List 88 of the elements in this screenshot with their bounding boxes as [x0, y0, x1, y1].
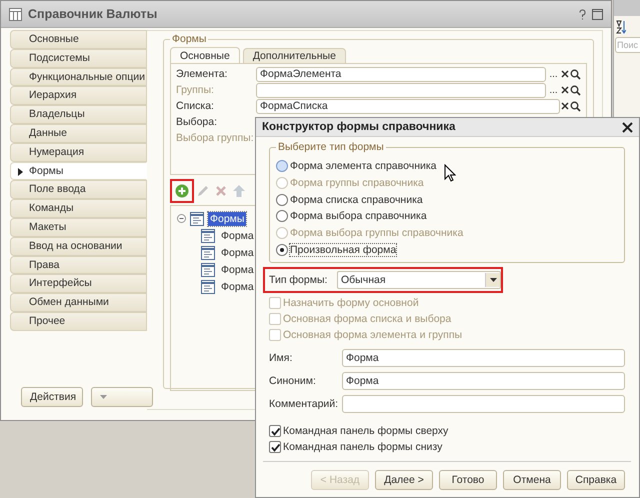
sidebar-tab[interactable]: Основные: [10, 30, 147, 49]
dialog-button[interactable]: Готово: [439, 470, 497, 490]
checkbox[interactable]: [269, 441, 281, 453]
sidebar-tab[interactable]: Подсистемы: [10, 48, 147, 68]
input-field[interactable]: Форма: [342, 349, 625, 367]
menu-button[interactable]: Действия: [21, 387, 83, 407]
field-label: Элемента:: [176, 68, 228, 80]
group-title: Выберите тип формы: [276, 141, 386, 153]
dropdown[interactable]: Обычная: [337, 271, 501, 289]
checkbox-label: Командная панель формы сверху: [283, 425, 448, 437]
radio-label: Произвольная форма: [290, 244, 396, 256]
caret-icon: [490, 278, 496, 282]
tree-item[interactable]: Форма: [219, 262, 256, 276]
radio-button[interactable]: [276, 160, 288, 172]
checkbox-label: Назначить форму основной: [283, 297, 419, 309]
field-label: Имя:: [269, 352, 294, 364]
dialog-title: Конструктор формы справочника: [262, 121, 456, 133]
dialog-button[interactable]: Далее >: [375, 470, 433, 490]
dialog-button[interactable]: Справка: [567, 470, 625, 490]
field-label: Выбора:: [176, 116, 218, 128]
dialog-button[interactable]: Отмена: [503, 470, 561, 490]
sidebar-tab[interactable]: Прочее: [10, 312, 147, 331]
input-field[interactable]: ФормаСписка: [256, 98, 560, 114]
tab[interactable]: Основные: [170, 47, 240, 63]
sidebar-tab[interactable]: Функциональные опции: [10, 68, 147, 86]
collapse-icon[interactable]: [177, 214, 186, 223]
form-icon: [190, 212, 204, 226]
search-icon[interactable]: [570, 68, 581, 80]
sidebar-tab[interactable]: Иерархия: [10, 86, 147, 106]
tree-item[interactable]: Формы: [208, 212, 246, 226]
tree-item[interactable]: Форма: [219, 246, 256, 260]
checkbox-label: Основная форма списка и выбора: [283, 313, 452, 325]
clear-icon[interactable]: [560, 101, 570, 111]
checkbox-label: Основная форма элемента и группы: [283, 329, 462, 341]
radio-label: Форма элемента справочника: [290, 160, 437, 172]
sidebar-tab[interactable]: Обмен данными: [10, 293, 147, 312]
field-label: Комментарий:: [269, 398, 340, 410]
sidebar-tab[interactable]: Макеты: [10, 218, 147, 237]
field-label: Группы:: [176, 84, 215, 96]
search-icon[interactable]: [570, 84, 581, 96]
input-field[interactable]: Форма: [342, 372, 625, 390]
field-label: Тип формы:: [269, 274, 328, 286]
form-icon: [201, 246, 215, 260]
radio-button[interactable]: [276, 194, 288, 206]
checkbox[interactable]: [269, 425, 281, 437]
checkbox-label: Командная панель формы снизу: [283, 441, 442, 453]
radio-label: Форма списка справочника: [290, 194, 423, 206]
panel-title-bar: [614, 0, 640, 16]
tree-item[interactable]: Форма: [219, 280, 256, 294]
group-title: Формы: [170, 33, 208, 45]
sidebar-tab[interactable]: Формы: [10, 162, 147, 180]
sidebar-tab[interactable]: Права: [10, 256, 147, 274]
choose-button[interactable]: ...: [547, 66, 560, 82]
sidebar-tab[interactable]: Поле ввода: [10, 180, 147, 200]
form-icon: [201, 228, 215, 242]
radio-button[interactable]: [276, 210, 288, 222]
maximize-icon[interactable]: [592, 8, 603, 20]
radio-button[interactable]: [276, 244, 288, 256]
window-title: Справочник Валюты: [28, 7, 158, 21]
input-field[interactable]: [342, 395, 625, 413]
clear-icon[interactable]: [560, 69, 570, 79]
form-icon: [201, 280, 215, 294]
clear-icon[interactable]: [560, 85, 570, 95]
search-field[interactable]: Поис: [615, 37, 640, 53]
form-icon: [201, 262, 215, 276]
tree-item[interactable]: Форма: [219, 228, 256, 242]
table-icon: [9, 8, 22, 20]
radio-label: Форма выбора справочника: [290, 210, 427, 222]
caret-icon: [100, 395, 107, 399]
sidebar-tab[interactable]: Интерфейсы: [10, 274, 147, 294]
sidebar-tab[interactable]: Команды: [10, 199, 147, 218]
field-label: Выбора группы:: [176, 132, 255, 144]
sidebar-tab[interactable]: Данные: [10, 124, 147, 143]
tab[interactable]: Дополнительные: [242, 48, 346, 63]
add-icon[interactable]: [170, 179, 194, 203]
field-label: Синоним:: [269, 375, 317, 387]
field-label: Списка:: [176, 100, 215, 112]
search-icon[interactable]: [570, 100, 581, 112]
input-field[interactable]: ФормаЭлемента: [256, 66, 546, 82]
radio-label: Форма выбора группы справочника: [290, 227, 464, 240]
radio-label: Форма группы справочника: [290, 177, 424, 189]
sort-icon[interactable]: [616, 20, 626, 34]
sidebar-tab[interactable]: Владельцы: [10, 105, 147, 124]
input-field[interactable]: [256, 82, 546, 98]
sidebar-tab[interactable]: Ввод на основании: [10, 236, 147, 256]
help-icon[interactable]: [577, 8, 588, 20]
close-icon[interactable]: [622, 122, 633, 132]
sidebar-tab[interactable]: Нумерация: [10, 142, 147, 162]
